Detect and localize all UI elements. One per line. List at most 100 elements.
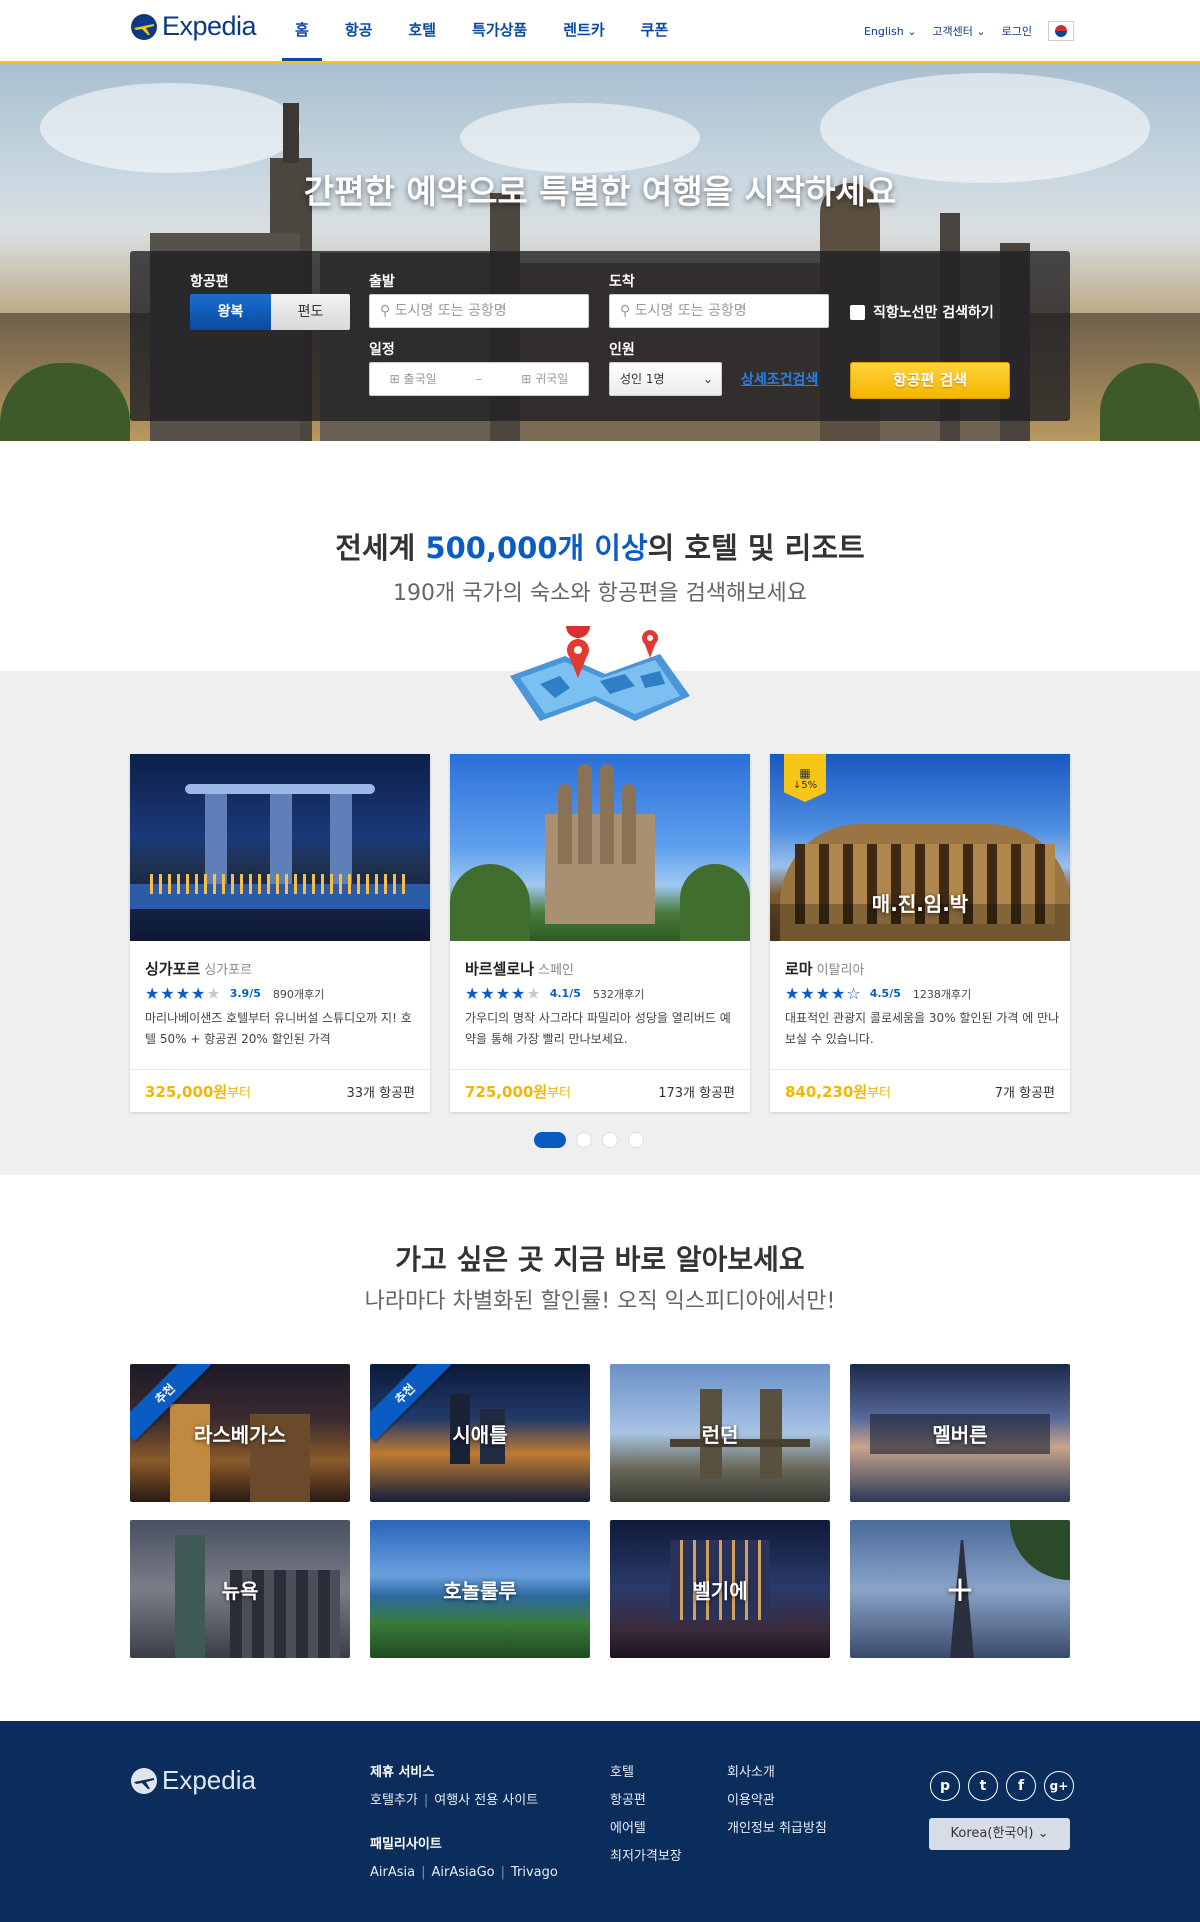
card-country: 스페인	[538, 963, 574, 978]
footer-link[interactable]: 항공편	[610, 1787, 682, 1815]
carousel-dot-3[interactable]	[602, 1132, 618, 1148]
tile-las-vegas[interactable]: 라스베가스 추천	[130, 1364, 350, 1502]
from-input[interactable]: ⚲ 도시명 또는 공항명	[369, 294, 589, 328]
date-dash: –	[475, 372, 482, 386]
carousel-dot-4[interactable]	[628, 1132, 644, 1148]
tile-belgium[interactable]: 벨기에	[610, 1520, 830, 1658]
tile-label: 런던	[701, 1422, 739, 1447]
star-rating-icon: ★★★★★	[465, 984, 542, 1003]
tile-more-destinations[interactable]: +	[850, 1520, 1070, 1658]
support-dropdown[interactable]: 고객센터 ⌄	[932, 23, 985, 39]
tile-label: 호놀룰루	[443, 1578, 517, 1603]
footer-link[interactable]: 에어텔	[610, 1815, 682, 1843]
tile-melbourne[interactable]: 멜버른	[850, 1364, 1070, 1502]
card-city: 로마	[785, 960, 813, 978]
footer-link[interactable]: 최저가격보장	[610, 1843, 682, 1871]
flight-search-button[interactable]: 항공편 검색	[850, 362, 1010, 399]
card-description: 대표적인 관광지 콜로세움을 30% 할인된 가격 에 만나보실 수 있습니다.	[785, 1011, 1060, 1046]
title-highlight: 500,000개 이상	[425, 531, 648, 565]
support-label: 고객센터	[932, 25, 973, 38]
card-description: 가우디의 명작 사그라다 파밀리아 성당을 열리버드 예약을 통해 가장 빨리 …	[465, 1011, 731, 1046]
tile-new-york[interactable]: 뉴욕	[130, 1520, 350, 1658]
language-label: English	[863, 24, 904, 38]
korea-flag-icon[interactable]	[1048, 21, 1074, 41]
rating-score: 3.9/5	[229, 987, 261, 1000]
main-nav: 홈 항공 호텔 특가상품 렌트카 쿠폰	[282, 0, 691, 61]
language-dropdown[interactable]: English ⌄	[864, 25, 916, 38]
tile-london[interactable]: 런던	[610, 1364, 830, 1502]
flight-label: 항공편	[190, 274, 229, 290]
footer-link[interactable]: 이용약관	[727, 1787, 827, 1815]
destinations-title: 가고 싶은 곳 지금 바로 알아보세요	[395, 1243, 805, 1276]
nav-deals[interactable]: 특가상품	[459, 0, 540, 61]
header-utilities: English ⌄ 고객센터 ⌄ 로그인	[864, 21, 1074, 41]
card-country: 이탈리아	[816, 963, 865, 978]
footer-link[interactable]: Trivago	[511, 1865, 558, 1880]
return-date-placeholder: 귀국일	[535, 372, 569, 386]
footer-link[interactable]: AirAsia	[370, 1865, 415, 1880]
pax-select[interactable]: 성인 1명 ⌄	[609, 362, 722, 396]
tile-honolulu[interactable]: 호놀룰루	[370, 1520, 590, 1658]
building-icon: ▦	[799, 765, 811, 780]
destination-card-rome[interactable]: 매.진.임.박 ▦ ↓5% 로마 이탈리아 ★★★★☆ 4.5/5 1238개후기 대…	[770, 754, 1070, 1112]
nav-coupon[interactable]: 쿠폰	[628, 0, 682, 61]
tile-label: 벨기에	[692, 1578, 748, 1603]
price-value: 840,230원	[785, 1082, 868, 1101]
footer-link[interactable]: 여행사 전용 사이트	[434, 1793, 538, 1808]
footer-logo[interactable]: Expedia	[130, 1765, 256, 1796]
oneway-toggle[interactable]: 편도	[271, 294, 350, 330]
destinations-subtitle: 나라마다 차별화된 할인률! 오직 익스피디아에서만!	[364, 1289, 836, 1314]
plus-icon: +	[944, 1568, 976, 1610]
carousel-dot-1[interactable]	[534, 1132, 566, 1148]
direct-only-checkbox[interactable]: 직항노선만 검색하기	[850, 302, 994, 322]
tile-seattle[interactable]: 시애틀 추천	[370, 1364, 590, 1502]
twitter-icon[interactable]: t	[968, 1771, 998, 1801]
footer-link[interactable]: 회사소개	[727, 1759, 827, 1787]
depart-date-placeholder: 출국일	[403, 372, 437, 386]
footer-link[interactable]: 호텔추가	[370, 1793, 418, 1808]
location-pin-icon: ⚲	[380, 303, 391, 319]
flight-count: 173개 항공편	[658, 1085, 735, 1101]
destination-card-singapore[interactable]: 싱가포르 싱가포르 ★★★★★ 3.9/5 890개후기 마리나베이샌즈 호텔부터 유…	[130, 754, 430, 1112]
plane-logo-icon	[131, 13, 157, 40]
review-count: 532개후기	[592, 987, 645, 1001]
to-placeholder: 도시명 또는 공항명	[634, 303, 747, 319]
card-description: 마리나베이샌즈 호텔부터 유니버설 스튜디오까 지! 호텔 50% + 항공권 …	[145, 1011, 412, 1046]
google-plus-icon[interactable]: g+	[1044, 1771, 1074, 1801]
facebook-icon[interactable]: f	[1006, 1771, 1036, 1801]
nav-flights[interactable]: 항공	[332, 0, 386, 61]
footer-link[interactable]: 개인정보 취급방침	[727, 1815, 827, 1843]
star-rating-icon: ★★★★☆	[785, 984, 862, 1003]
flight-count: 33개 항공편	[346, 1085, 415, 1101]
roundtrip-toggle[interactable]: 왕복	[190, 294, 271, 330]
to-input[interactable]: ⚲ 도시명 또는 공항명	[609, 294, 829, 328]
footer-link[interactable]: AirAsiaGo	[431, 1865, 494, 1880]
carousel-dot-2[interactable]	[576, 1132, 592, 1148]
login-link[interactable]: 로그인	[1002, 23, 1032, 39]
return-date-field[interactable]: ⊞ 귀국일	[521, 363, 568, 395]
schedule-label: 일정	[369, 342, 395, 358]
discount-badge-text: ↓5%	[792, 779, 818, 791]
advanced-search-link[interactable]: 상세조건검색	[741, 369, 818, 389]
card-price: 725,000원부터	[465, 1081, 571, 1102]
nav-home[interactable]: 홈	[282, 0, 322, 61]
depart-date-field[interactable]: ⊞ 출국일	[390, 363, 437, 395]
region-select[interactable]: Korea(한국어) ⌄	[929, 1818, 1070, 1850]
footer-service-col: 호텔 항공편 에어텔 최저가격보장	[610, 1759, 682, 1871]
date-range-input[interactable]: ⊞ 출국일 – ⊞ 귀국일	[369, 362, 589, 396]
nav-hotels[interactable]: 호텔	[395, 0, 449, 61]
destination-card-barcelona[interactable]: 바르셀로나 스페인 ★★★★★ 4.1/5 532개후기 가우디의 명작 사그라다 파…	[450, 754, 750, 1112]
tile-label: 멜버른	[932, 1422, 988, 1447]
card-footer: 725,000원부터 173개 항공편	[450, 1069, 750, 1112]
nav-rentcar[interactable]: 렌트카	[550, 0, 617, 61]
card-footer: 325,000원부터 33개 항공편	[130, 1069, 430, 1112]
expedia-logo[interactable]: Expedia	[130, 11, 257, 42]
card-city: 바르셀로나	[465, 960, 535, 978]
pax-label: 인원	[609, 342, 635, 358]
family-links: AirAsia | AirAsiaGo | Trivago	[370, 1859, 558, 1887]
footer-link[interactable]: 호텔	[610, 1759, 682, 1787]
card-rating: ★★★★☆ 4.5/5 1238개후기	[785, 984, 971, 1003]
pinterest-icon[interactable]: p	[930, 1771, 960, 1801]
price-suffix: 부터	[547, 1085, 572, 1101]
checkbox-box[interactable]	[850, 304, 865, 320]
